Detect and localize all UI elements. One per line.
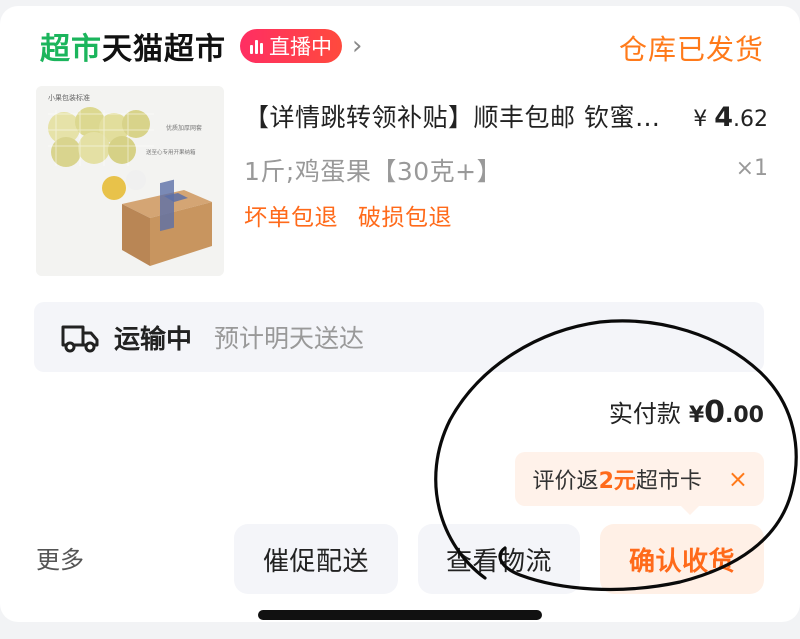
home-indicator [258, 610, 542, 620]
payment-symbol: ¥ [688, 403, 705, 428]
live-label: 直播中 [269, 35, 332, 59]
product-title[interactable]: 【详情跳转领补贴】顺丰包邮 钦蜜… [244, 98, 684, 134]
shipping-status-bar[interactable]: 运输中 预计明天送达 [34, 302, 764, 372]
product-photo: 小果包装标准 优质加厚网套 送至心专用开果纳箱 [36, 86, 224, 276]
store-name[interactable]: 超市天猫超市 [40, 24, 226, 68]
price-symbol: ¥ [693, 107, 708, 132]
promo-amount: 2元 [598, 469, 636, 494]
review-reward-tip[interactable]: 评价返 2元 超市卡 × [514, 452, 764, 506]
live-bars-icon [250, 38, 265, 54]
payment-label: 实付款 [608, 400, 681, 428]
product-quantity: ×1 [735, 156, 768, 181]
chevron-right-icon[interactable]: › [352, 31, 362, 61]
view-logistics-button[interactable]: 查看物流 [418, 524, 580, 594]
live-badge[interactable]: 直播中 [240, 29, 342, 63]
product-image[interactable]: 小果包装标准 优质加厚网套 送至心专用开果纳箱 [36, 86, 224, 276]
store-header[interactable]: 超市天猫超市 直播中 › [34, 22, 362, 70]
close-icon[interactable]: × [728, 465, 748, 493]
service-tag: 破损包退 [358, 205, 452, 231]
shipping-status: 运输中 [114, 324, 193, 355]
image-caption-1: 小果包装标准 [48, 93, 90, 102]
service-tags: 坏单包退 破损包退 [244, 198, 472, 232]
more-button[interactable]: 更多 [36, 540, 84, 575]
store-name-rest: 天猫超市 [102, 32, 226, 67]
promo-suffix: 超市卡 [635, 469, 702, 494]
price-dec: .62 [733, 107, 768, 132]
tip-pointer [680, 505, 700, 515]
price-int: 4 [714, 102, 733, 133]
product-spec: 1斤;鸡蛋果【30克+】 [244, 157, 503, 186]
truck-icon [61, 325, 99, 353]
product-price: ¥ 4.62 [693, 102, 768, 133]
payment-dec: .00 [725, 403, 764, 428]
urge-delivery-button[interactable]: 催促配送 [234, 524, 398, 594]
payment-int: 0 [704, 395, 726, 430]
order-status: 仓库已发货 [618, 33, 764, 66]
confirm-receipt-button[interactable]: 确认收货 [600, 524, 764, 594]
image-caption-3: 送至心专用开果纳箱 [146, 148, 196, 156]
image-caption-2: 优质加厚网套 [166, 124, 202, 132]
service-tag: 坏单包退 [244, 205, 338, 231]
payment-total: 实付款 ¥ 0 .00 [609, 394, 764, 430]
shipping-eta: 预计明天送达 [214, 324, 365, 353]
promo-prefix: 评价返 [532, 469, 599, 494]
store-name-green: 超市 [40, 32, 102, 67]
